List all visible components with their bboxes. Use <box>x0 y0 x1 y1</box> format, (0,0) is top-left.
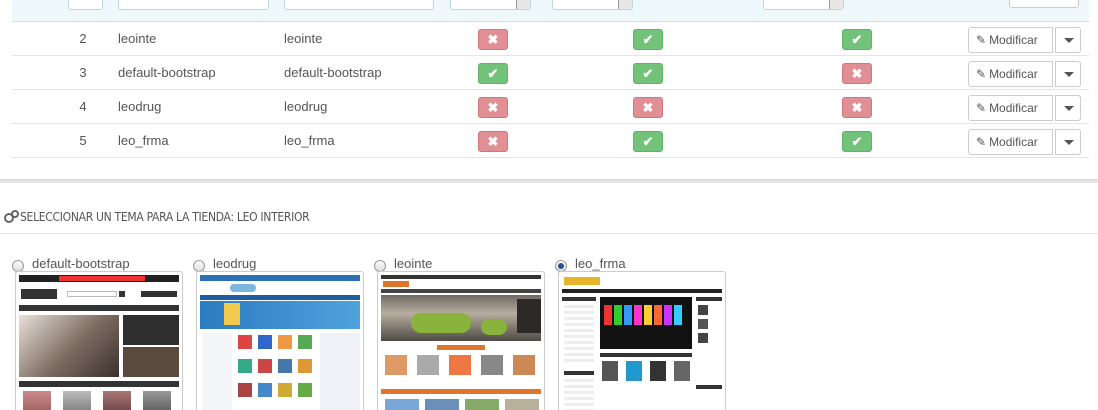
table-row: 5 leo_frma leo_frma ✖ ✔ ✔ ✎ Modificar <box>12 124 1089 158</box>
theme-name: default-bootstrap <box>32 256 130 271</box>
pencil-icon: ✎ <box>976 101 987 115</box>
status-enabled-icon[interactable]: ✔ <box>633 63 663 84</box>
filter-status-select-2[interactable] <box>552 0 633 10</box>
status-enabled-icon[interactable]: ✔ <box>633 131 663 152</box>
theme-name: leointe <box>394 256 433 271</box>
status-disabled-icon[interactable]: ✖ <box>478 131 508 152</box>
theme-preview-image[interactable] <box>377 271 545 410</box>
edit-label: Modificar <box>989 101 1038 115</box>
actions-dropdown-button[interactable] <box>1055 27 1081 53</box>
row-id: 4 <box>79 99 87 114</box>
edit-label: Modificar <box>989 67 1038 81</box>
edit-button[interactable]: ✎ Modificar <box>968 129 1053 155</box>
row-id: 5 <box>79 133 87 148</box>
pencil-icon: ✎ <box>976 135 987 149</box>
edit-button[interactable]: ✎ Modificar <box>968 61 1053 87</box>
row-name: leointe <box>118 31 157 46</box>
section-rule <box>0 233 1098 234</box>
theme-preview-image[interactable] <box>196 271 364 410</box>
theme-name: leo_frma <box>575 256 626 271</box>
filter-status-select-1[interactable] <box>450 0 531 10</box>
filter-id-input[interactable] <box>68 0 103 10</box>
row-directory: leointe <box>284 31 323 46</box>
status-disabled-icon[interactable]: ✖ <box>478 97 508 118</box>
section-title-text: SELECCIONAR UN TEMA PARA LA TIENDA: LEO … <box>20 210 310 224</box>
actions-dropdown-button[interactable] <box>1055 61 1081 87</box>
actions-dropdown-button[interactable] <box>1055 129 1081 155</box>
theme-option[interactable]: leointe <box>374 255 549 410</box>
pencil-icon: ✎ <box>976 67 987 81</box>
row-directory: default-bootstrap <box>284 65 382 80</box>
row-id: 3 <box>79 65 87 80</box>
status-enabled-icon[interactable]: ✔ <box>842 29 872 50</box>
row-directory: leo_frma <box>284 133 335 148</box>
status-enabled-icon[interactable]: ✔ <box>478 63 508 84</box>
row-id: 2 <box>79 31 87 46</box>
theme-preview-image[interactable] <box>15 271 183 410</box>
theme-name: leodrug <box>213 256 257 271</box>
edit-button[interactable]: ✎ Modificar <box>968 27 1053 53</box>
row-name: leo_frma <box>118 133 169 148</box>
status-disabled-icon[interactable]: ✖ <box>842 97 872 118</box>
edit-label: Modificar <box>989 135 1038 149</box>
filter-directory-input[interactable] <box>284 0 434 10</box>
gears-icon <box>4 210 19 223</box>
filter-name-input[interactable] <box>118 0 269 10</box>
section-divider <box>0 179 1098 183</box>
row-name: leodrug <box>118 99 162 114</box>
theme-option[interactable]: leodrug <box>193 255 368 410</box>
section-heading: SELECCIONAR UN TEMA PARA LA TIENDA: LEO … <box>4 209 310 225</box>
edit-button[interactable]: ✎ Modificar <box>968 95 1053 121</box>
filter-row <box>12 0 1089 22</box>
row-name: default-bootstrap <box>118 65 216 80</box>
status-disabled-icon[interactable]: ✖ <box>842 63 872 84</box>
theme-option[interactable]: leo_frma <box>555 255 730 410</box>
filter-status-select-3[interactable] <box>763 0 844 10</box>
table-row: 2 leointe leointe ✖ ✔ ✔ ✎ Modificar <box>12 22 1089 56</box>
status-disabled-icon[interactable]: ✖ <box>633 97 663 118</box>
edit-label: Modificar <box>989 33 1038 47</box>
actions-dropdown-button[interactable] <box>1055 95 1081 121</box>
row-directory: leodrug <box>284 99 328 114</box>
filter-search-button[interactable] <box>1009 0 1079 8</box>
theme-preview-image[interactable] <box>558 271 726 410</box>
status-enabled-icon[interactable]: ✔ <box>633 29 663 50</box>
pencil-icon: ✎ <box>976 33 987 47</box>
table-row: 3 default-bootstrap default-bootstrap ✔ … <box>12 56 1089 90</box>
table-row: 4 leodrug leodrug ✖ ✖ ✖ ✎ Modificar <box>12 90 1089 124</box>
theme-option[interactable]: default-bootstrap <box>12 255 187 410</box>
status-disabled-icon[interactable]: ✖ <box>478 29 508 50</box>
status-enabled-icon[interactable]: ✔ <box>842 131 872 152</box>
